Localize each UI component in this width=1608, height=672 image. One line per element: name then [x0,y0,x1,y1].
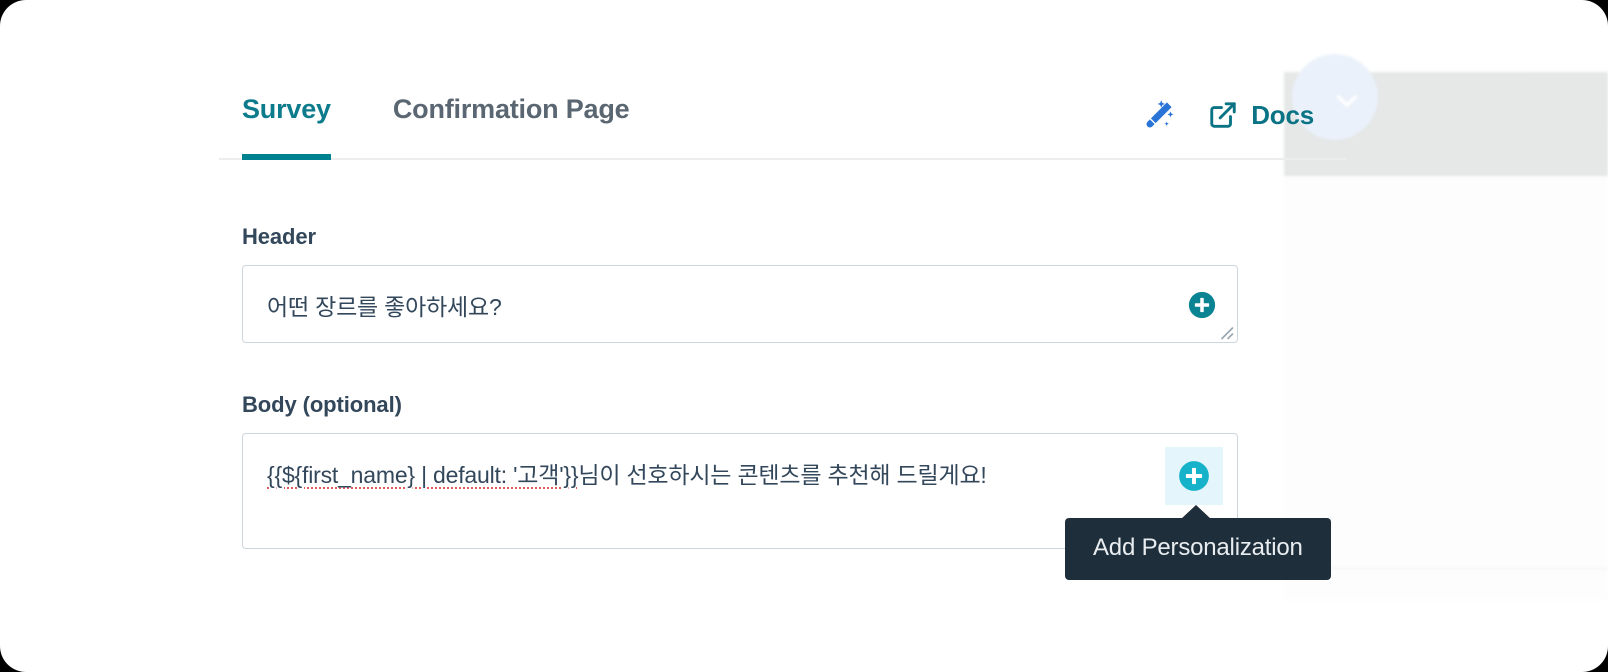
side-panel-body [1284,176,1608,600]
field-header-value: 어떤 장르를 좋아하세요? [267,294,502,320]
docs-label: Docs [1251,99,1314,130]
field-header-label: Header [242,224,316,249]
personalization-token: {{${first_name} | default: '고객'}} [267,462,579,488]
magic-wand-icon [1146,100,1174,128]
docs-link[interactable]: Docs [1208,100,1314,131]
tab-bar: Survey Confirmation Page Docs [219,80,1346,160]
field-header: Header 어떤 장르를 좋아하세요? [242,224,1238,343]
tab-bar-divider [219,158,1346,160]
tooltip-arrow [1181,505,1211,519]
add-personalization-button-body[interactable] [1165,447,1223,505]
tab-confirmation-page-label: Confirmation Page [392,94,630,124]
add-personalization-button-header[interactable] [1185,288,1219,322]
tab-survey[interactable]: Survey [242,80,331,160]
field-header-input-box[interactable]: 어떤 장르를 좋아하세요? [242,265,1238,343]
field-body-value-rest: 님이 선호하시는 콘텐츠를 추천해 드릴게요! [578,462,987,488]
app-window: Survey Confirmation Page Docs Header 어떤 … [0,0,1608,672]
tooltip-add-personalization: Add Personalization [1065,505,1331,580]
magic-wand-button[interactable] [1140,96,1178,134]
divider [1284,568,1608,569]
resize-handle-icon[interactable] [1216,322,1234,340]
external-link-icon [1210,102,1236,128]
circle-plus-icon [1179,461,1209,491]
field-body-label: Body (optional) [242,392,402,417]
tooltip-label: Add Personalization [1093,534,1303,561]
tab-survey-label: Survey [242,94,331,124]
field-body-value: {{${first_name} | default: '고객'}}님이 선호하시… [267,458,1157,492]
tab-confirmation-page[interactable]: Confirmation Page [393,80,630,160]
tab-bar-actions: Docs [1140,96,1314,134]
circle-plus-icon [1188,291,1216,319]
